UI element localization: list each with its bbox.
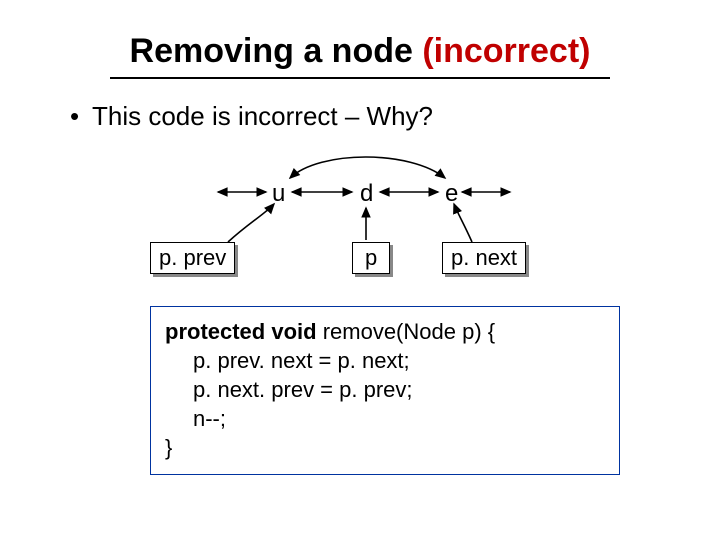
- label-p: p: [352, 242, 390, 274]
- keyword-protected-void: protected void: [165, 319, 317, 344]
- code-line-3: p. next. prev = p. prev;: [165, 375, 605, 404]
- node-u: u: [272, 180, 285, 208]
- node-d: d: [360, 180, 373, 208]
- bullet-text: This code is incorrect – Why?: [92, 101, 433, 131]
- code-line-1: protected void remove(Node p) {: [165, 317, 605, 346]
- code-line-2: p. prev. next = p. next;: [165, 346, 605, 375]
- bullet-line: •This code is incorrect – Why?: [70, 101, 680, 132]
- node-e: e: [445, 180, 458, 208]
- slide-title: Removing a node (incorrect): [40, 32, 680, 71]
- code-line-4: n--;: [165, 404, 605, 433]
- label-p-next: p. next: [442, 242, 526, 274]
- code-box: protected void remove(Node p) { p. prev.…: [150, 306, 620, 475]
- title-part2: (incorrect): [413, 32, 591, 70]
- label-p-prev: p. prev: [150, 242, 235, 274]
- code-sig-rest: remove(Node p) {: [317, 319, 496, 344]
- bullet-dot: •: [70, 101, 92, 132]
- code-line-5: }: [165, 433, 605, 462]
- title-part1: Removing a node: [130, 32, 413, 70]
- title-underline: [110, 77, 610, 79]
- linked-list-diagram: u d e p. prev p p. next: [40, 142, 680, 292]
